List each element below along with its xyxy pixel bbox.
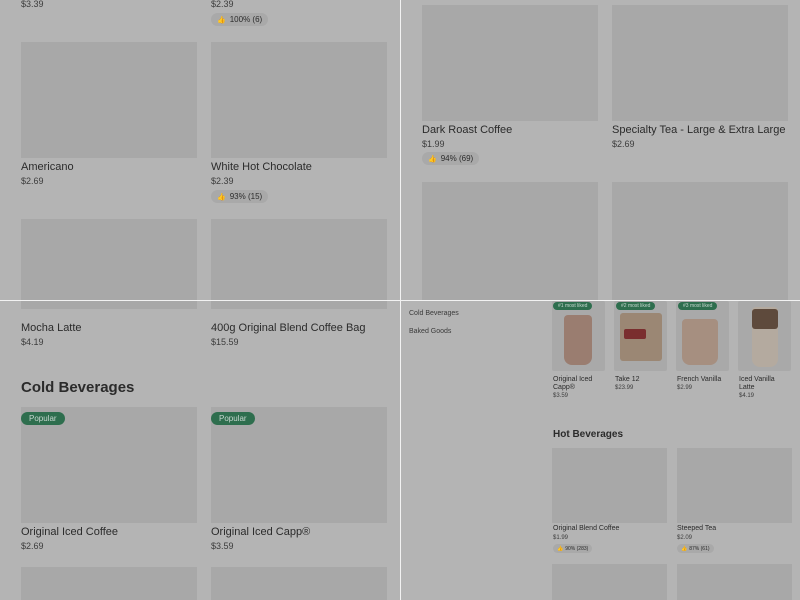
item-price: $2.99 — [677, 385, 693, 391]
item-name[interactable]: Steeped Tea — [677, 525, 716, 533]
item-name[interactable]: Original Iced Capp® — [553, 376, 605, 392]
item-price: $2.39 — [211, 176, 234, 186]
item-price: $1.99 — [553, 535, 569, 541]
item-price: $3.59 — [553, 393, 569, 399]
item-name[interactable]: Dark Roast Coffee — [422, 124, 512, 136]
thumbs-up-icon: 👍 — [217, 16, 226, 24]
item-name[interactable]: White Hot Chocolate — [211, 161, 312, 173]
item-price: $15.59 — [211, 337, 239, 347]
rating-badge: 👍 93% (15) — [211, 190, 269, 203]
quadrant-bottom-right: Cold Beverages Baked Goods #1 most liked… — [401, 301, 800, 600]
quadrant-bottom-left: Mocha Latte $4.19 400g Original Blend Co… — [0, 301, 400, 600]
item-name[interactable]: 400g Original Blend Coffee Bag — [211, 322, 366, 334]
popular-badge: Popular — [21, 412, 65, 425]
item-price: $4.19 — [739, 393, 755, 399]
rating-badge: 👍 90% (283) — [553, 544, 593, 553]
item-image[interactable] — [21, 219, 197, 300]
quadrant-top-right: Dark Roast Coffee $1.99 👍 94% (69) Speci… — [401, 0, 800, 300]
item-image[interactable] — [211, 219, 387, 300]
rating-badge: 👍 94% (69) — [422, 152, 480, 165]
item-image[interactable] — [676, 301, 729, 371]
item-price: $2.39 — [211, 0, 234, 9]
item-image[interactable] — [21, 301, 197, 309]
item-image[interactable] — [211, 301, 387, 309]
item-name[interactable]: French Vanilla — [677, 376, 721, 384]
item-name[interactable]: Original Iced Capp® — [211, 526, 310, 538]
item-price: $23.99 — [615, 385, 634, 391]
item-image[interactable] — [422, 5, 598, 121]
item-image[interactable] — [422, 182, 598, 300]
item-image[interactable] — [211, 567, 387, 600]
item-image[interactable] — [552, 301, 605, 371]
thumbs-up-icon: 👍 — [217, 193, 226, 201]
sidebar-item-baked-goods[interactable]: Baked Goods — [409, 328, 451, 335]
most-liked-badge: #1 most liked — [553, 302, 593, 310]
rating-badge: 👍 100% (6) — [211, 13, 269, 26]
sidebar-item-cold-beverages[interactable]: Cold Beverages — [409, 310, 459, 317]
item-image[interactable] — [612, 5, 788, 121]
item-name[interactable]: Original Blend Coffee — [553, 525, 619, 533]
item-image[interactable] — [677, 448, 792, 523]
item-name[interactable]: Original Iced Coffee — [21, 526, 118, 538]
item-image[interactable] — [677, 564, 792, 600]
item-name[interactable]: Iced Vanilla Latte — [739, 376, 789, 392]
section-title: Cold Beverages — [21, 379, 135, 396]
item-name[interactable]: Mocha Latte — [21, 322, 82, 334]
item-name[interactable]: Specialty Tea - Large & Extra Large — [612, 124, 785, 136]
item-price: $2.69 — [21, 176, 44, 186]
item-image[interactable] — [211, 42, 387, 158]
thumbs-up-icon: 👍 — [557, 545, 564, 552]
most-liked-badge: #2 most liked — [616, 302, 656, 310]
item-price: $2.09 — [677, 535, 693, 541]
item-image[interactable] — [21, 567, 197, 600]
item-image[interactable] — [614, 301, 667, 371]
most-liked-badge: #3 most liked — [678, 302, 718, 310]
rating-badge: 👍 87% (61) — [677, 544, 714, 553]
item-name[interactable]: Take 12 — [615, 376, 640, 384]
item-price: $2.69 — [612, 139, 635, 149]
popular-badge: Popular — [211, 412, 255, 425]
item-image[interactable] — [552, 448, 667, 523]
quadrant-divider-horizontal — [0, 300, 800, 301]
item-price: $3.39 — [21, 0, 44, 9]
section-title: Hot Beverages — [553, 429, 624, 440]
item-image[interactable] — [21, 42, 197, 158]
thumbs-up-icon: 👍 — [428, 155, 437, 163]
item-price: $2.69 — [21, 541, 44, 551]
quadrant-top-left: $3.39 $2.39 👍 100% (6) Americano $2.69 W… — [0, 0, 400, 300]
item-name[interactable]: Americano — [21, 161, 74, 173]
item-price: $3.59 — [211, 541, 234, 551]
item-price: $4.19 — [21, 337, 44, 347]
item-image[interactable] — [738, 301, 791, 371]
item-image[interactable] — [612, 182, 788, 300]
item-image[interactable] — [552, 564, 667, 600]
thumbs-up-icon: 👍 — [681, 545, 688, 552]
item-price: $1.99 — [422, 139, 445, 149]
